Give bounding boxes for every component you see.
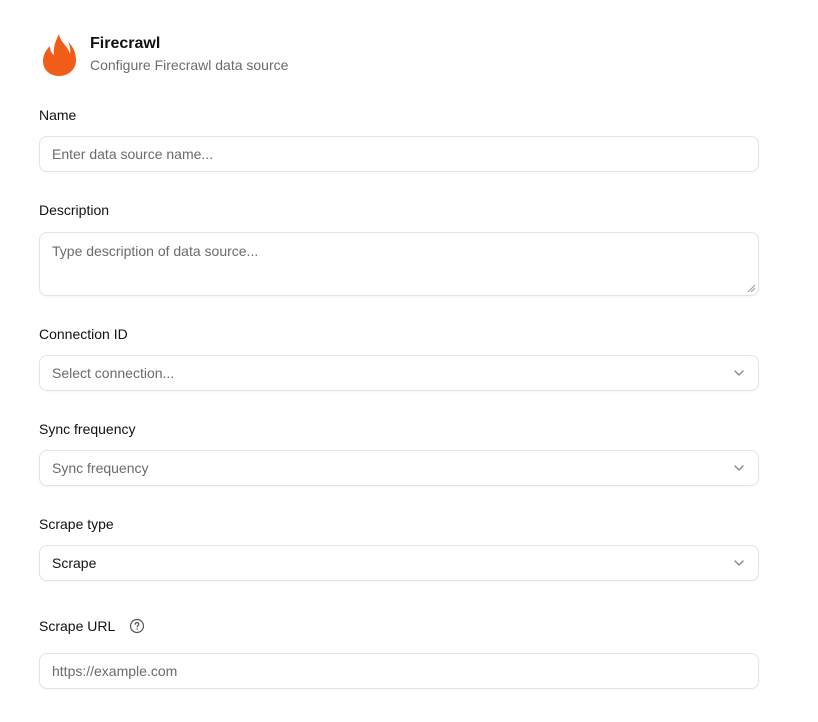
connection-placeholder: Select connection...	[52, 365, 175, 381]
name-input[interactable]: Enter data source name...	[39, 136, 759, 172]
chevron-down-icon	[734, 370, 744, 376]
connection-select[interactable]: Select connection...	[39, 355, 759, 391]
scrape-url-label: Scrape URL	[39, 618, 116, 634]
scrape-type-select[interactable]: Scrape	[39, 545, 759, 581]
page-header: Firecrawl Configure Firecrawl data sourc…	[40, 32, 288, 80]
scrape-url-placeholder: https://example.com	[52, 663, 178, 679]
page-subtitle: Configure Firecrawl data source	[90, 57, 289, 73]
sync-frequency-placeholder: Sync frequency	[52, 460, 149, 476]
header-text: Firecrawl Configure Firecrawl data sourc…	[90, 32, 288, 74]
description-label: Description	[39, 202, 110, 218]
scrape-url-label-row: Scrape URL	[39, 617, 145, 635]
connection-label: Connection ID	[39, 326, 128, 342]
chevron-down-icon	[734, 560, 744, 566]
page-title: Firecrawl	[90, 35, 161, 52]
scrape-url-input[interactable]: https://example.com	[39, 653, 759, 689]
fire-icon	[43, 34, 76, 76]
name-label: Name	[39, 107, 77, 123]
name-placeholder: Enter data source name...	[52, 146, 214, 162]
sync-frequency-label: Sync frequency	[39, 421, 136, 437]
sync-frequency-select[interactable]: Sync frequency	[39, 450, 759, 486]
resize-handle-icon[interactable]	[747, 284, 756, 293]
description-textarea[interactable]: Type description of data source...	[39, 232, 759, 296]
scrape-type-label: Scrape type	[39, 516, 114, 532]
help-circle-icon[interactable]	[129, 618, 145, 634]
description-placeholder: Type description of data source...	[52, 243, 259, 259]
scrape-type-value: Scrape	[52, 555, 97, 571]
chevron-down-icon	[734, 465, 744, 471]
